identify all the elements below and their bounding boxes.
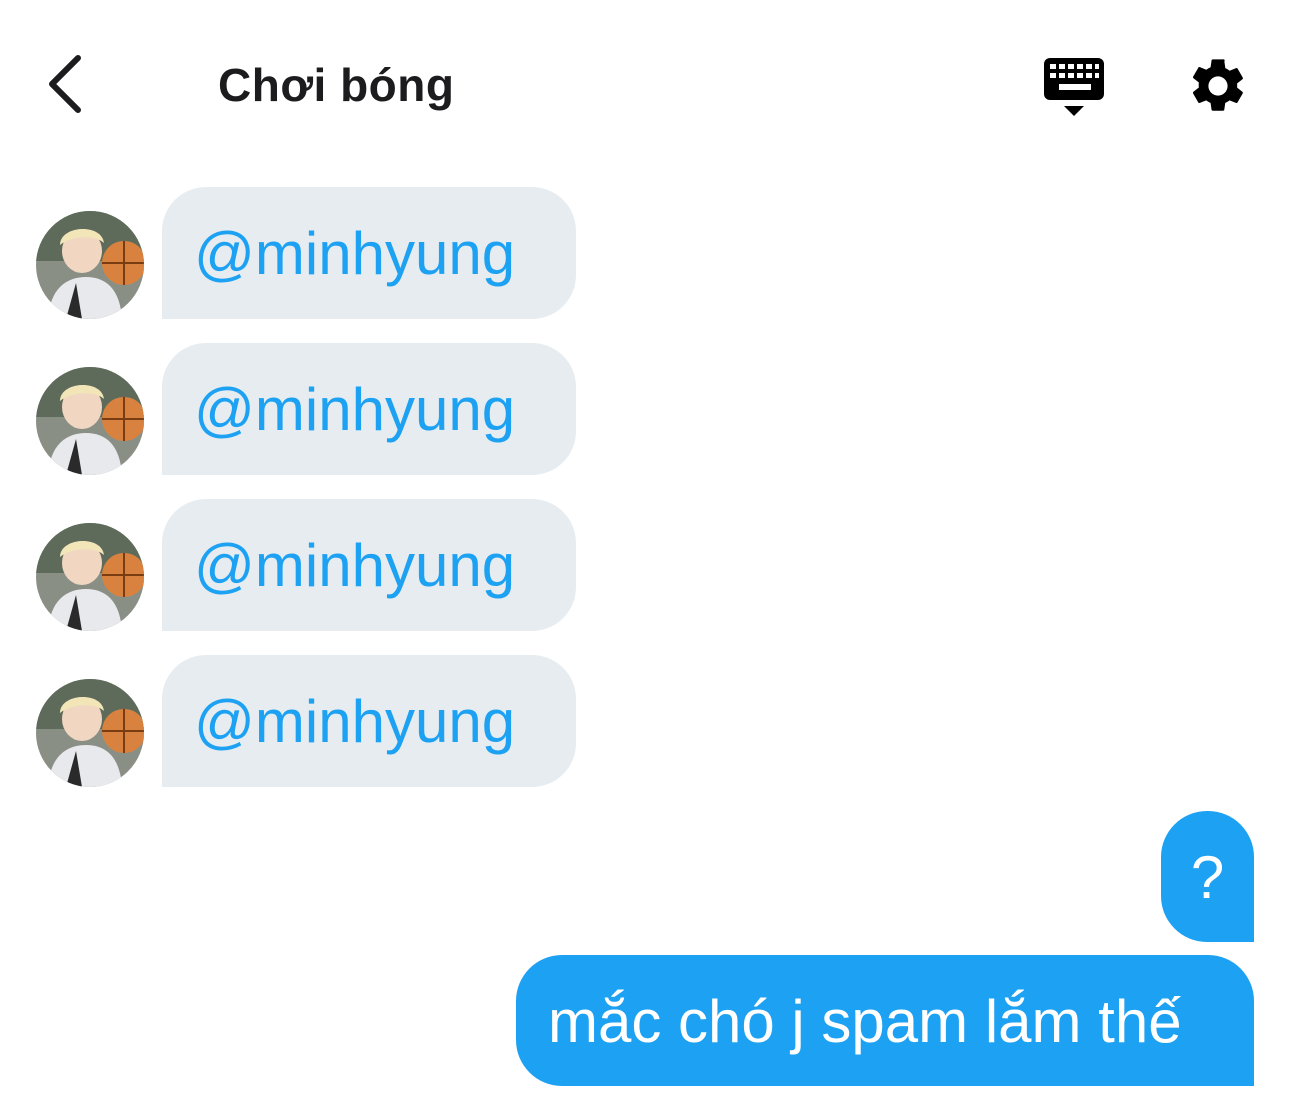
- incoming-message-bubble: @minhyung: [162, 187, 576, 319]
- outgoing-message-bubble: mắc chó j spam lắm thế: [516, 955, 1254, 1086]
- keyboard-icon: [1044, 58, 1104, 116]
- message-row: @minhyung: [36, 499, 596, 631]
- mention-link[interactable]: @minhyung: [194, 687, 515, 757]
- incoming-message-bubble: @minhyung: [162, 499, 576, 631]
- keyboard-button[interactable]: [1040, 54, 1108, 120]
- message-text: mắc chó j spam lắm thế: [548, 988, 1182, 1055]
- incoming-message-bubble: @minhyung: [162, 655, 576, 787]
- avatar[interactable]: [36, 367, 144, 475]
- incoming-message-bubble: @minhyung: [162, 343, 576, 475]
- settings-button[interactable]: [1186, 54, 1250, 118]
- message-row: @minhyung: [36, 655, 596, 787]
- mention-link[interactable]: @minhyung: [194, 375, 515, 445]
- avatar[interactable]: [36, 523, 144, 631]
- outgoing-message-bubble: ?: [1161, 811, 1254, 942]
- mention-link[interactable]: @minhyung: [194, 531, 515, 601]
- back-button[interactable]: [40, 50, 100, 120]
- avatar[interactable]: [36, 211, 144, 319]
- chat-header: Chơi bóng: [0, 0, 1290, 170]
- message-text: ?: [1190, 844, 1225, 911]
- message-row: @minhyung: [36, 343, 596, 475]
- conversation-title: Chơi bóng: [218, 59, 455, 111]
- message-row: @minhyung: [36, 187, 596, 319]
- chevron-left-icon: [49, 55, 81, 113]
- mention-link[interactable]: @minhyung: [194, 219, 515, 289]
- avatar[interactable]: [36, 679, 144, 787]
- gear-icon: [1192, 59, 1243, 111]
